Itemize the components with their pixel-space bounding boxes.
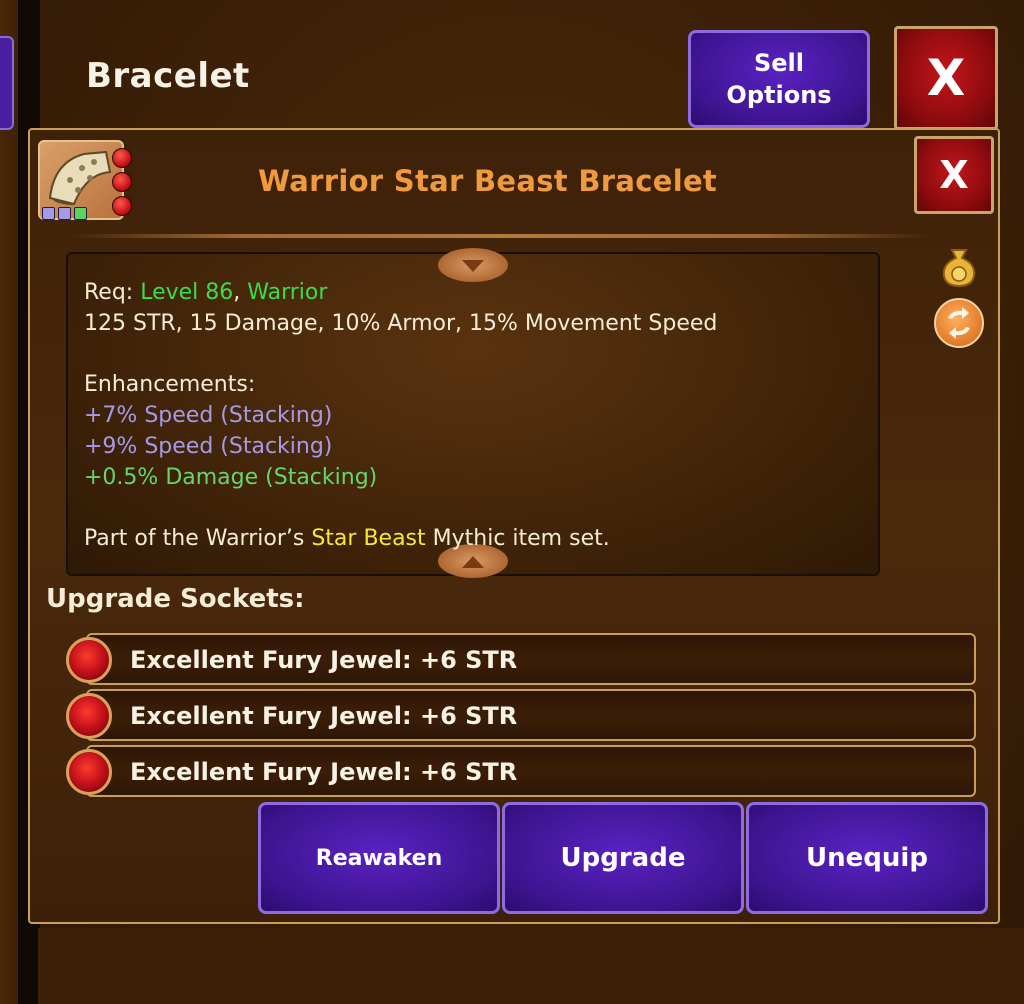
- socket-label: Excellent Fury Jewel: +6 STR: [130, 758, 518, 786]
- enhancement-slot-icon: [74, 207, 87, 220]
- enhancements-title: Enhancements:: [84, 372, 256, 397]
- enhancement-line: +7% Speed (Stacking): [84, 403, 333, 428]
- upgrade-sockets-title: Upgrade Sockets:: [46, 584, 305, 614]
- socket-label: Excellent Fury Jewel: +6 STR: [130, 702, 518, 730]
- fury-jewel-icon: [66, 749, 112, 795]
- req-separator: ,: [233, 280, 248, 305]
- money-bag-icon: [942, 249, 976, 288]
- enhancement-line: +9% Speed (Stacking): [84, 434, 333, 459]
- enhancement-slot-icon: [58, 207, 71, 220]
- upgrade-button[interactable]: Upgrade: [502, 802, 744, 914]
- close-window-button[interactable]: X: [894, 26, 998, 130]
- close-icon: X: [939, 153, 969, 197]
- set-name: Star Beast: [311, 526, 426, 551]
- unequip-label: Unequip: [806, 843, 928, 873]
- title-divider: [70, 234, 930, 238]
- gem-slot-icon: [112, 172, 132, 192]
- gem-slot-icon: [112, 148, 132, 168]
- sell-options-label-line1: Sell: [753, 49, 804, 77]
- swap-icon[interactable]: [934, 298, 984, 348]
- item-name: Warrior Star Beast Bracelet: [258, 164, 718, 198]
- bottom-band: [38, 928, 1024, 1004]
- sell-options-button[interactable]: Sell Options: [688, 30, 870, 128]
- unequip-button[interactable]: Unequip: [746, 802, 988, 914]
- left-side-tab[interactable]: [0, 36, 14, 130]
- req-level: Level 86: [140, 280, 234, 305]
- scroll-up-button[interactable]: [438, 248, 508, 282]
- item-set-line: Part of the Warrior’s Star Beast Mythic …: [84, 526, 610, 551]
- close-panel-button[interactable]: X: [914, 136, 994, 214]
- refresh-arrows-icon: [948, 307, 970, 339]
- item-stats: 125 STR, 15 Damage, 10% Armor, 15% Movem…: [84, 311, 718, 336]
- req-label: Req:: [84, 280, 141, 305]
- enhancement-line: +0.5% Damage (Stacking): [84, 465, 378, 490]
- upgrade-label: Upgrade: [560, 843, 686, 873]
- requirements-line: Req: Level 86, Warrior: [84, 280, 327, 305]
- fury-jewel-icon: [66, 637, 112, 683]
- fury-jewel-icon: [66, 693, 112, 739]
- close-icon: X: [926, 49, 966, 107]
- reawaken-label: Reawaken: [315, 845, 443, 871]
- sell-options-label-line2: Options: [726, 81, 832, 109]
- req-class: Warrior: [247, 280, 328, 305]
- gold-bag-icon[interactable]: [938, 244, 980, 288]
- enhancement-slot-icon: [42, 207, 55, 220]
- set-suffix: Mythic item set.: [425, 526, 610, 551]
- gem-slot-icon: [112, 196, 132, 216]
- set-prefix: Part of the Warrior’s: [84, 526, 312, 551]
- reawaken-button[interactable]: Reawaken: [258, 802, 500, 914]
- window-title: Bracelet: [86, 56, 250, 96]
- socket-label: Excellent Fury Jewel: +6 STR: [130, 646, 518, 674]
- triangle-down-icon: [462, 260, 484, 272]
